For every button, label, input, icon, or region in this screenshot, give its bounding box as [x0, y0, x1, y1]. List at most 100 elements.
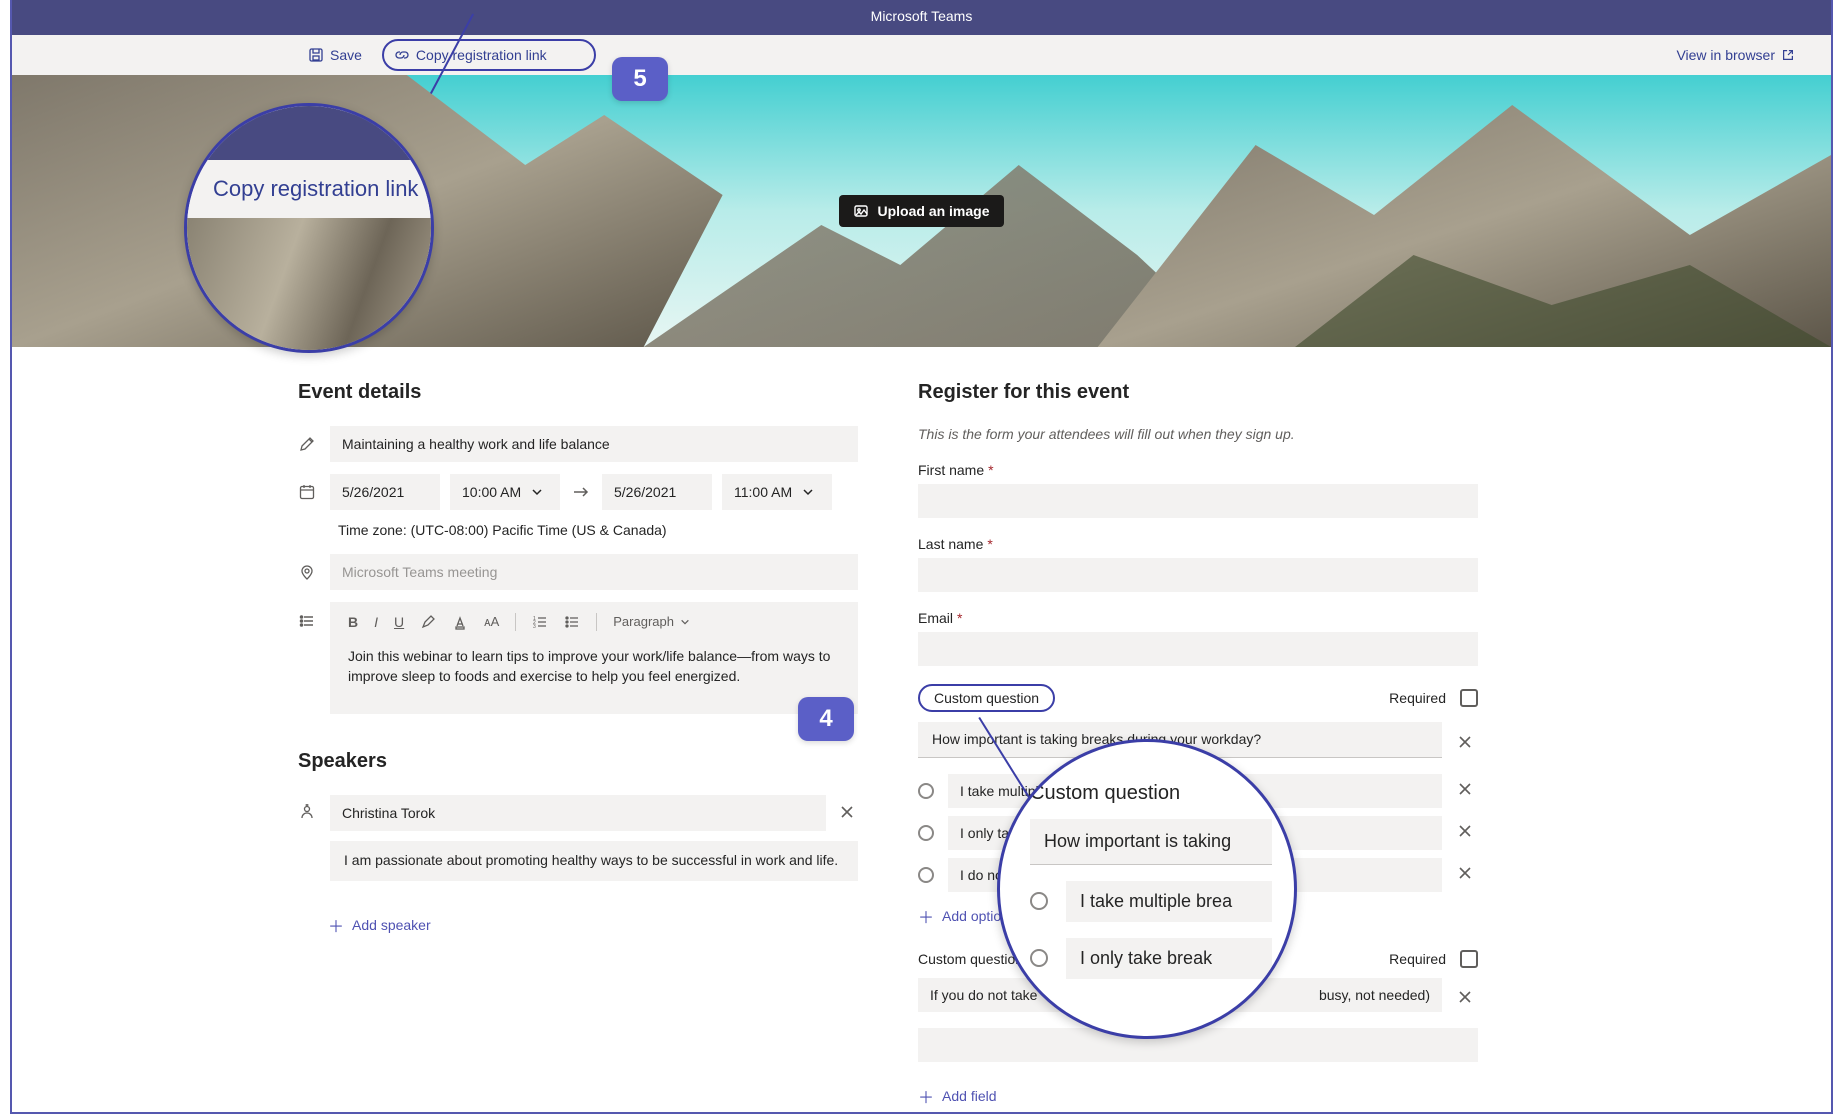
- step-badge-5: 5: [612, 57, 668, 101]
- annotation-connector-2: [980, 717, 981, 718]
- title-bar: Microsoft Teams: [12, 0, 1831, 35]
- speaker-bio-textarea[interactable]: I am passionate about promoting healthy …: [330, 841, 858, 881]
- end-time-select[interactable]: 11:00 AM: [722, 474, 832, 510]
- register-heading: Register for this event: [918, 381, 1478, 404]
- required-label-q2: Required: [1389, 951, 1446, 967]
- remove-q1-option-1-button[interactable]: [1452, 778, 1478, 803]
- register-hint: This is the form your attendees will fil…: [918, 426, 1478, 442]
- mag2-opt2: I only take break: [1066, 938, 1272, 979]
- numbered-list-button[interactable]: 123: [532, 614, 548, 630]
- custom-question-2-label: Custom question: [918, 951, 1023, 967]
- image-icon: [853, 203, 869, 219]
- paragraph-style-select[interactable]: Paragraph: [613, 614, 690, 629]
- highlight-button[interactable]: [420, 614, 436, 630]
- bold-button[interactable]: B: [348, 614, 358, 630]
- event-title-input[interactable]: Maintaining a healthy work and life bala…: [330, 426, 858, 462]
- close-icon: [1458, 866, 1472, 880]
- remove-q1-option-2-button[interactable]: [1452, 820, 1478, 845]
- close-icon: [1458, 735, 1472, 749]
- pencil-icon: [298, 435, 316, 453]
- speaker-icon: [298, 803, 316, 821]
- close-icon: [1458, 824, 1472, 838]
- font-color-button[interactable]: [452, 614, 468, 630]
- annotation-connector-1: [430, 93, 431, 94]
- date-range-arrow: [570, 485, 592, 499]
- chevron-down-icon: [680, 617, 690, 627]
- custom-question-1-label: Custom question: [918, 684, 1055, 712]
- italic-button[interactable]: I: [374, 614, 378, 630]
- save-icon: [308, 47, 324, 63]
- rich-text-toolbar: B I U ᴀA 123: [330, 602, 858, 642]
- remove-q1-option-3-button[interactable]: [1452, 862, 1478, 887]
- bullet-list-button[interactable]: [564, 614, 580, 630]
- upload-image-button[interactable]: Upload an image: [839, 195, 1003, 227]
- remove-speaker-button[interactable]: [836, 799, 858, 828]
- start-date-input[interactable]: 5/26/2021: [330, 474, 440, 510]
- plus-icon: ＋: [328, 913, 344, 937]
- email-input[interactable]: [918, 632, 1478, 666]
- timezone-text: Time zone: (UTC-08:00) Pacific Time (US …: [338, 522, 858, 538]
- annotation-magnifier-custom-question: Custom question How important is taking …: [997, 739, 1297, 1039]
- add-option-button[interactable]: ＋ Add option: [918, 900, 1009, 932]
- q2-answer-input[interactable]: [918, 1028, 1478, 1062]
- list-icon: [298, 612, 316, 630]
- font-color-icon: [452, 614, 468, 630]
- required-checkbox-q2[interactable]: [1460, 950, 1478, 968]
- add-speaker-button[interactable]: ＋ Add speaker: [328, 909, 431, 941]
- svg-text:3: 3: [533, 624, 536, 630]
- mag2-question: How important is taking: [1030, 819, 1272, 865]
- last-name-label: Last name*: [918, 536, 1478, 552]
- font-size-button[interactable]: ᴀA: [484, 614, 499, 629]
- location-input[interactable]: Microsoft Teams meeting: [330, 554, 858, 590]
- app-frame: Microsoft Teams Save Copy registration l…: [10, 0, 1833, 1114]
- arrow-right-icon: [572, 485, 590, 499]
- close-icon: [840, 805, 854, 819]
- app-title: Microsoft Teams: [871, 8, 973, 24]
- required-label: Required: [1389, 690, 1446, 706]
- magnifier-copy-link-text: Copy registration link: [213, 176, 418, 202]
- description-textarea[interactable]: Join this webinar to learn tips to impro…: [330, 642, 858, 715]
- mag2-title: Custom question: [1030, 782, 1272, 805]
- remove-question-2-button[interactable]: [1452, 986, 1478, 1011]
- close-icon: [1458, 990, 1472, 1004]
- end-date-input[interactable]: 5/26/2021: [602, 474, 712, 510]
- annotation-magnifier-copy-link: Copy registration link: [184, 103, 434, 353]
- content: Event details Maintaining a healthy work…: [12, 347, 1831, 1112]
- step-badge-4: 4: [798, 697, 854, 741]
- numbered-list-icon: 123: [532, 614, 548, 630]
- chevron-down-icon: [802, 486, 814, 498]
- plus-icon: ＋: [918, 1084, 934, 1108]
- first-name-input[interactable]: [918, 484, 1478, 518]
- last-name-input[interactable]: [918, 558, 1478, 592]
- view-in-browser-button[interactable]: View in browser: [1668, 43, 1803, 67]
- mag2-opt1: I take multiple brea: [1066, 881, 1272, 922]
- mag2-radio-1: [1030, 892, 1048, 910]
- underline-button[interactable]: U: [394, 614, 404, 630]
- view-in-browser-label: View in browser: [1676, 47, 1775, 63]
- remove-question-1-button[interactable]: [1452, 731, 1478, 756]
- event-details-heading: Event details: [298, 381, 858, 404]
- highlight-icon: [420, 614, 436, 630]
- email-label: Email*: [918, 610, 1478, 626]
- upload-image-label: Upload an image: [877, 203, 989, 219]
- q1-option-3-radio[interactable]: [918, 867, 934, 883]
- add-field-button[interactable]: ＋ Add field: [918, 1080, 997, 1112]
- link-icon: [394, 47, 410, 63]
- save-label: Save: [330, 47, 362, 63]
- first-name-label: First name*: [918, 462, 1478, 478]
- chevron-down-icon: [531, 486, 543, 498]
- required-checkbox-q1[interactable]: [1460, 689, 1478, 707]
- speakers-heading: Speakers: [298, 750, 858, 773]
- bullet-list-icon: [564, 614, 580, 630]
- location-icon: [298, 563, 316, 581]
- speaker-name-input[interactable]: Christina Torok: [330, 795, 826, 831]
- plus-icon: ＋: [918, 904, 934, 928]
- start-time-select[interactable]: 10:00 AM: [450, 474, 560, 510]
- external-link-icon: [1781, 48, 1795, 62]
- calendar-icon: [298, 483, 316, 501]
- toolbar: Save Copy registration link View in brow…: [12, 35, 1831, 75]
- mag2-radio-2: [1030, 949, 1048, 967]
- close-icon: [1458, 782, 1472, 796]
- event-details-panel: Event details Maintaining a healthy work…: [298, 381, 858, 1112]
- save-button[interactable]: Save: [300, 43, 370, 67]
